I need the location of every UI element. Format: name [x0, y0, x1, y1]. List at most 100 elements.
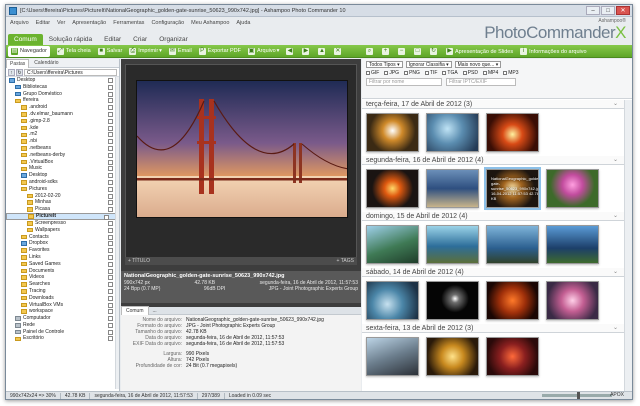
menu-item[interactable]: Meu Ashampoo: [191, 20, 229, 26]
save-button[interactable]: ■ Salvar: [97, 47, 122, 55]
format-checkbox[interactable]: GIF: [366, 70, 379, 76]
forward-button[interactable]: ▶: [302, 47, 311, 55]
tree-item[interactable]: workspace: [6, 308, 119, 315]
zoom-slider-handle[interactable]: [577, 392, 580, 399]
gallery-scrollbar[interactable]: [624, 100, 632, 391]
exif-filter-input[interactable]: Filtrar IPTC/EXIF: [446, 78, 516, 86]
tree-item-checkbox[interactable]: [108, 179, 113, 185]
tree-item[interactable]: .VirtualBox: [6, 159, 119, 166]
back-button[interactable]: ◀: [286, 47, 295, 55]
date-group-header[interactable]: terça-feira, 17 de Abril de 2012 (3) ⌄: [362, 100, 624, 109]
tree-item-checkbox[interactable]: [108, 145, 113, 151]
tree-item[interactable]: Escritório: [6, 335, 119, 342]
tree-item-checkbox[interactable]: [108, 316, 113, 322]
date-group-header[interactable]: segunda-feira, 16 de Abril de 2012 (4) ⌄: [362, 156, 624, 165]
tree-item[interactable]: Downloads: [6, 295, 119, 302]
close-button[interactable]: ✕: [616, 6, 630, 15]
tree-item[interactable]: .kde: [6, 125, 119, 132]
format-checkbox[interactable]: JPG: [384, 70, 399, 76]
tree-item-checkbox[interactable]: [108, 84, 113, 90]
search-button[interactable]: ⌕: [366, 48, 375, 55]
tree-item[interactable]: .netbeans-derby: [6, 152, 119, 159]
tab-more[interactable]: ...: [149, 307, 161, 315]
tab-editar[interactable]: Editar: [98, 34, 127, 45]
date-group-header[interactable]: sábado, 14 de Abril de 2012 (4) ⌄: [362, 268, 624, 277]
path-input[interactable]: C:\Users\ffereira\Pictures: [24, 68, 117, 76]
format-checkbox[interactable]: PNG: [404, 70, 420, 76]
tab-organizar[interactable]: Organizar: [153, 34, 194, 45]
tree-item-checkbox[interactable]: [108, 261, 113, 267]
tree-item-checkbox[interactable]: [108, 295, 113, 301]
rotate-button[interactable]: ↻: [430, 48, 439, 55]
tree-item-checkbox[interactable]: [108, 329, 113, 335]
thumbnail[interactable]: [366, 113, 419, 152]
tree-item-checkbox[interactable]: [108, 105, 113, 111]
tree-item-checkbox[interactable]: [108, 200, 113, 206]
tree-item-checkbox[interactable]: [108, 302, 113, 308]
tree-item-checkbox[interactable]: [108, 91, 113, 97]
navigator-button[interactable]: ▤ Navegador: [8, 45, 50, 57]
minimize-button[interactable]: –: [586, 6, 600, 15]
rating-filter-select[interactable]: Ignorar Classifia ▾: [405, 61, 452, 68]
fullscreen-button[interactable]: ⤢ Tela cheia: [56, 47, 91, 55]
menu-item[interactable]: Ferramentas: [113, 20, 144, 26]
add-tags-button[interactable]: + TAGS: [337, 258, 354, 264]
menu-item[interactable]: Ajuda: [236, 20, 250, 26]
tree-item[interactable]: Videos: [6, 274, 119, 281]
tree-item[interactable]: .netbeans: [6, 145, 119, 152]
email-button[interactable]: ✉ Email: [168, 47, 192, 55]
add-title-button[interactable]: + TÍTULO: [128, 258, 150, 264]
tree-item-checkbox[interactable]: [108, 125, 113, 131]
menu-item[interactable]: Editar: [36, 20, 50, 26]
tree-item-checkbox[interactable]: [108, 152, 113, 158]
tree-item[interactable]: 2012-02-20: [6, 193, 119, 200]
tree-item-checkbox[interactable]: [108, 159, 113, 165]
format-checkbox[interactable]: TIF: [424, 70, 437, 76]
tree-item-checkbox[interactable]: [108, 241, 113, 247]
tree-item-checkbox[interactable]: [108, 288, 113, 294]
print-button[interactable]: ⎙ Imprimir ▾: [129, 47, 162, 55]
tree-item[interactable]: Dropbox: [6, 240, 119, 247]
format-checkbox[interactable]: PSD: [462, 70, 478, 76]
tree-item-checkbox[interactable]: [108, 227, 113, 233]
maximize-button[interactable]: □: [601, 6, 615, 15]
tree-item-checkbox[interactable]: [108, 336, 113, 342]
tree-item-checkbox[interactable]: [108, 234, 113, 240]
tree-item[interactable]: Minhas: [6, 199, 119, 206]
tree-item-checkbox[interactable]: [108, 186, 113, 192]
tree-item[interactable]: Painel de Controle: [6, 329, 119, 336]
tree-item[interactable]: Screenpresso: [6, 220, 119, 227]
tree-item[interactable]: Pictures: [6, 186, 119, 193]
tree-item[interactable]: PictureIt: [6, 212, 116, 220]
tree-item-checkbox[interactable]: [108, 322, 113, 328]
menu-item[interactable]: Apresentação: [72, 20, 106, 26]
thumbnail[interactable]: [546, 281, 599, 320]
tree-item[interactable]: Desktop: [6, 172, 119, 179]
file-info-button[interactable]: i Informações do arquivo: [520, 48, 587, 55]
zoom-in-button[interactable]: +: [382, 48, 391, 55]
up-button[interactable]: ▲: [318, 47, 327, 55]
tree-item-checkbox[interactable]: [108, 139, 113, 145]
tree-item[interactable]: Searches: [6, 281, 119, 288]
tree-item[interactable]: ffereira: [6, 97, 119, 104]
format-checkbox[interactable]: MP4: [482, 70, 498, 76]
tree-item-checkbox[interactable]: [108, 254, 113, 260]
tab-calendar[interactable]: Calendário: [31, 59, 61, 67]
tree-item-checkbox[interactable]: [108, 166, 113, 172]
tab-solucao-rapida[interactable]: Solução rápida: [43, 34, 98, 45]
tree-item-checkbox[interactable]: [108, 118, 113, 124]
tree-item-checkbox[interactable]: [108, 132, 113, 138]
thumbnail[interactable]: [366, 281, 419, 320]
tree-item-checkbox[interactable]: [108, 193, 113, 199]
tree-item-checkbox[interactable]: [108, 268, 113, 274]
tree-item[interactable]: Bibliotecas: [6, 84, 119, 91]
thumbnail[interactable]: [546, 225, 599, 264]
menu-item[interactable]: Arquivo: [10, 20, 29, 26]
tree-item-checkbox[interactable]: [108, 220, 113, 226]
slideshow-button[interactable]: ▶ Apresentação de Slides: [446, 48, 513, 55]
date-filter-select[interactable]: Mais novo que... ▾: [454, 61, 502, 68]
fit-button[interactable]: □: [414, 48, 423, 55]
tree-item[interactable]: .m2: [6, 131, 119, 138]
tree-item[interactable]: Desktop: [6, 77, 119, 84]
tab-criar[interactable]: Criar: [127, 34, 153, 45]
